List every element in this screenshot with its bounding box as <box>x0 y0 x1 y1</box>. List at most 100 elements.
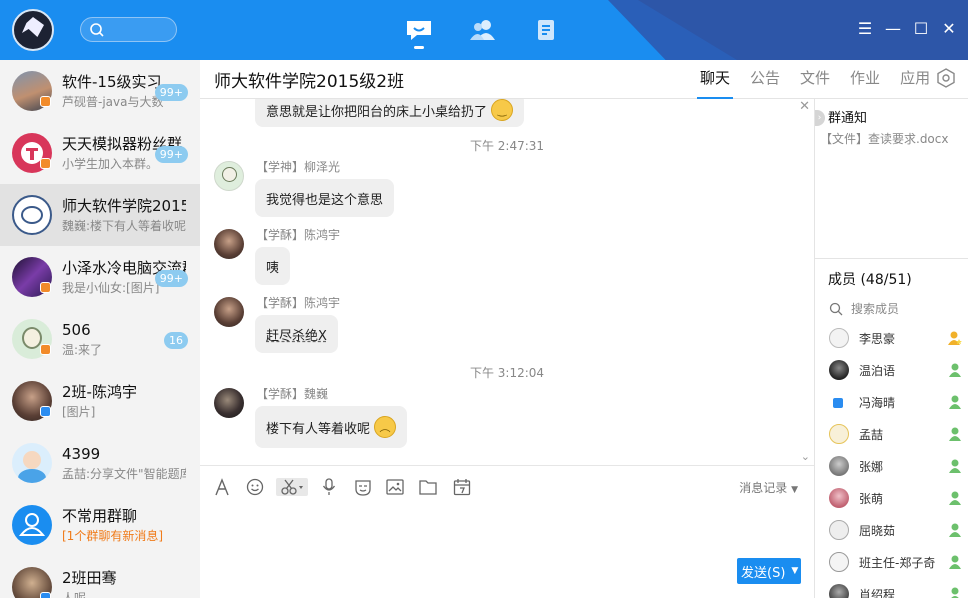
message-sender: 【学神】柳泽光 <box>256 160 341 174</box>
image-button[interactable] <box>386 478 404 496</box>
conversation-item[interactable]: 4399 孟喆:分享文件"智能题库" <box>0 432 200 494</box>
member-role-icon <box>949 395 961 409</box>
unread-count-badge: 99+ <box>154 270 188 287</box>
close-button[interactable]: ✕ <box>942 19 956 38</box>
message-text: 意思就是让你把阳台的床上小桌给扔了 <box>266 104 488 120</box>
send-button[interactable]: 发送(S) ▼ <box>737 558 801 584</box>
message-bubble[interactable]: 意思就是让你把阳台的床上小桌给扔了 ‿ <box>255 99 525 127</box>
conversation-item-selected[interactable]: 师大软件学院2015级2班魏巍:楼下有人等着收呢 <box>0 184 200 246</box>
minimize-button[interactable]: — <box>885 19 901 38</box>
conversation-name: 不常用群聊 <box>62 506 138 525</box>
member-search-placeholder: 搜索成员 <box>851 302 900 316</box>
maximize-button[interactable]: ☐ <box>914 19 928 38</box>
my-avatar[interactable] <box>12 9 54 51</box>
member-list: 成员 (48/51) 搜索成员 李思豪 温泊语 冯海晴 孟喆 张娜 张萌 屈晓茹… <box>815 258 968 598</box>
chevron-down-icon: ▼ <box>791 485 798 495</box>
nav-contacts[interactable] <box>468 16 498 44</box>
member-row[interactable]: 张萌 <box>829 486 963 510</box>
nav-messages[interactable] <box>404 16 434 49</box>
member-row[interactable]: 班主任-郑子奇 <box>829 550 963 574</box>
avatar <box>829 584 849 598</box>
message-area[interactable]: ✕ 意思就是让你把阳台的床上小桌给扔了 ‿ 下午 2:47:31 【学神】柳泽光 … <box>200 99 814 465</box>
voice-button[interactable] <box>322 478 336 496</box>
message-bubble[interactable]: 我觉得也是这个意思 <box>255 179 395 217</box>
image-icon <box>386 479 404 495</box>
conversation-item[interactable]: 不常用群聊 [1个群聊有新消息] <box>0 494 200 556</box>
message-sender: 【学酥】陈鸿宇 <box>256 296 341 310</box>
member-name: 李思豪 <box>859 331 896 346</box>
member-row[interactable]: 温泊语 <box>829 358 963 382</box>
font-icon <box>215 478 229 496</box>
member-row[interactable]: 孟喆 <box>829 422 963 446</box>
qq-badge-icon <box>40 406 51 417</box>
conversation-name: 2班田骞 <box>62 568 117 587</box>
member-role-icon <box>949 523 961 537</box>
unread-count-badge: 16 <box>164 332 188 349</box>
sticker-icon <box>355 480 371 496</box>
file-button[interactable] <box>419 478 437 496</box>
chat-tabs: 聊天 公告 文件 作业 应用 <box>697 68 933 99</box>
smile-emoji-icon: ‿ <box>491 99 514 121</box>
conversation-item[interactable]: 小泽水冷电脑交流群 我是小仙女:[图片] 99+ <box>0 246 200 308</box>
conversation-item[interactable]: 2班田骞人呢 <box>0 556 200 598</box>
chat-title: 师大软件学院2015级2班 <box>214 72 405 92</box>
tab-files[interactable]: 文件 <box>797 68 833 99</box>
message-bubble[interactable]: 咦 <box>255 247 291 285</box>
member-row[interactable]: 冯海晴 <box>829 390 963 414</box>
history-label: 消息记录 <box>739 481 788 495</box>
conversation-last-message: 人呢 <box>62 590 87 598</box>
conversation-item[interactable]: 软件-15级实习 芦砚普-java与大数 99+ <box>0 60 200 122</box>
main-nav <box>404 16 562 49</box>
conversation-item[interactable]: 天天模拟器粉丝群 小学生加入本群。 99+ <box>0 122 200 184</box>
member-row[interactable]: 张娜 <box>829 454 963 478</box>
menu-button[interactable]: ☰ <box>858 19 872 38</box>
apps-icon <box>538 20 554 40</box>
font-button[interactable] <box>214 478 230 496</box>
qq-badge-icon <box>40 592 51 598</box>
member-name: 冯海晴 <box>859 395 896 410</box>
emoji-button[interactable] <box>246 478 264 496</box>
conversation-last-message: 孟喆:分享文件"智能题库" <box>62 466 186 481</box>
schedule-button[interactable] <box>453 478 471 496</box>
sticker-button[interactable] <box>354 478 372 496</box>
message-history-button[interactable]: 消息记录 ▼ <box>739 479 798 496</box>
scroll-down-icon[interactable]: ⌄ <box>801 450 810 463</box>
tab-chat[interactable]: 聊天 <box>697 68 734 99</box>
owner-role-icon <box>948 331 962 345</box>
collapse-arrow-icon[interactable]: › <box>815 110 825 126</box>
group-notice-text[interactable]: 【文件】查读要求.docx <box>820 130 948 147</box>
avatar <box>214 161 244 191</box>
group-badge-icon <box>40 344 51 355</box>
conversation-item[interactable]: 506 温:来了 16 <box>0 308 200 370</box>
tab-apps[interactable]: 应用 <box>897 68 933 99</box>
send-options-icon[interactable]: ▼ <box>791 566 798 576</box>
tab-announcement[interactable]: 公告 <box>747 68 783 99</box>
screenshot-button[interactable] <box>276 478 308 496</box>
member-row[interactable]: 李思豪 <box>829 326 963 350</box>
close-icon[interactable]: ✕ <box>799 99 810 114</box>
contacts-icon <box>470 20 495 40</box>
avatar <box>12 443 52 483</box>
nav-apps[interactable] <box>532 16 562 44</box>
member-row[interactable]: 屈晓茹 <box>829 518 963 542</box>
member-search-input[interactable]: 搜索成员 <box>829 300 899 317</box>
group-badge-icon <box>40 282 51 293</box>
message-bubble[interactable]: 赶尽杀绝X <box>255 315 338 353</box>
member-role-icon <box>949 459 961 473</box>
conversation-item[interactable]: 2班-陈鸿宇 [图片] <box>0 370 200 432</box>
settings-button[interactable] <box>935 67 957 93</box>
message-bubble[interactable]: 楼下有人等着收呢 ︵ <box>255 406 408 448</box>
search-input[interactable] <box>80 17 177 42</box>
message-input[interactable]: 发送(S) ▼ <box>200 507 814 598</box>
conversation-name: 4399 <box>62 444 101 463</box>
tab-homework[interactable]: 作业 <box>847 68 883 99</box>
member-row[interactable]: 肖绍程 <box>829 582 963 598</box>
conversation-list: 软件-15级实习 芦砚普-java与大数 99+ 天天模拟器粉丝群 小学生加入本群。… <box>0 60 200 598</box>
window-controls: ☰ — ☐ ✕ <box>858 19 956 38</box>
conversation-last-message: [图片] <box>62 404 96 419</box>
input-toolbar: 消息记录 ▼ <box>200 465 814 507</box>
member-count-title: 成员 (48/51) <box>828 272 912 288</box>
scissors-icon <box>281 479 303 495</box>
search-icon <box>829 302 843 315</box>
message-text: 我觉得也是这个意思 <box>266 192 384 208</box>
